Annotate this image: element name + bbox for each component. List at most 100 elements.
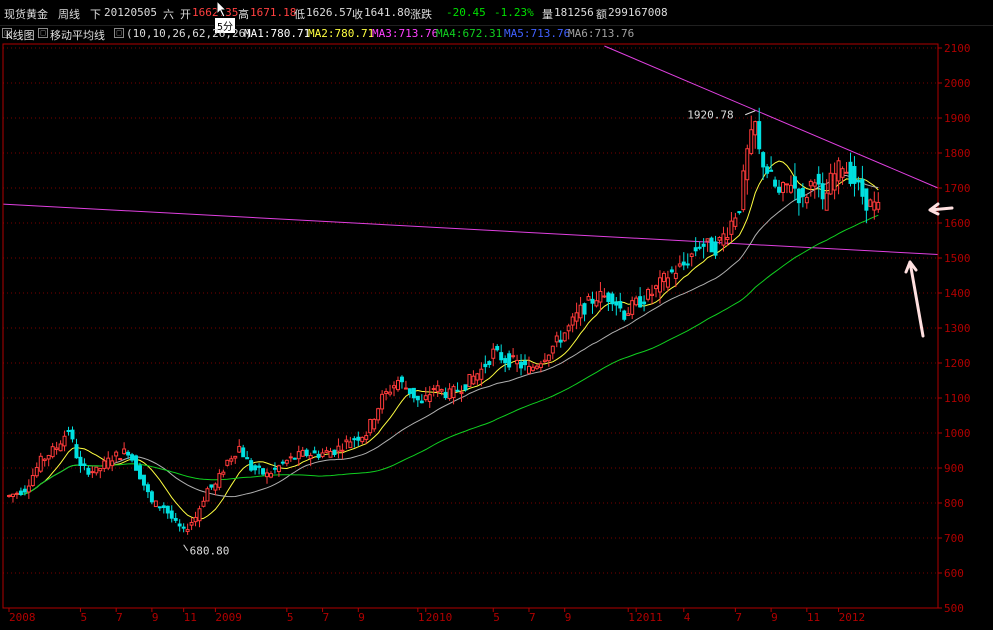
candle-body xyxy=(102,460,107,469)
candle-body xyxy=(614,301,619,306)
quote-header: 现货黄金 周线 下 20120505 六 开 1662.35 高 1671.18… xyxy=(0,0,993,26)
candle-body xyxy=(360,436,365,443)
candle-body xyxy=(709,237,714,253)
candle-body xyxy=(487,361,492,366)
change-label: 涨跌 xyxy=(410,8,432,21)
candle-body xyxy=(713,241,718,256)
candle-body xyxy=(562,332,567,342)
candle-body xyxy=(463,384,468,391)
x-tick-label: 11 xyxy=(184,611,197,624)
instrument-name: 现货黄金 xyxy=(4,8,48,21)
candle-body xyxy=(177,523,182,527)
candle-body xyxy=(495,345,500,351)
candle-body xyxy=(336,445,341,452)
candle-body xyxy=(181,526,186,529)
candle-body xyxy=(483,363,488,368)
candle-body xyxy=(245,457,250,460)
candle-body xyxy=(423,395,428,401)
candle-body xyxy=(312,450,317,454)
candle-body xyxy=(14,492,19,495)
candle-body xyxy=(134,455,139,471)
candle-body xyxy=(769,169,774,172)
candle-body xyxy=(526,365,531,374)
candle-body xyxy=(344,439,349,443)
ma-label[interactable]: 移动平均线 xyxy=(50,27,105,43)
candle-body xyxy=(519,361,524,369)
candle-body xyxy=(820,183,825,200)
candle-body xyxy=(808,180,813,187)
candle-body xyxy=(173,517,178,521)
candle-body xyxy=(42,458,47,462)
candle-body xyxy=(673,272,678,279)
candle-body xyxy=(185,529,190,532)
candle-body xyxy=(22,488,27,493)
candle-body xyxy=(606,292,611,302)
candle-layer xyxy=(7,107,881,535)
candle-body xyxy=(777,186,782,193)
candle-body xyxy=(765,166,770,174)
kline-label[interactable]: K线图 xyxy=(6,27,35,43)
candle-body xyxy=(435,385,440,392)
x-tick-label: 1 xyxy=(418,611,425,624)
candle-body xyxy=(876,201,881,210)
candle-body xyxy=(693,247,698,252)
candle-body xyxy=(800,188,805,197)
candle-body xyxy=(114,451,119,457)
candle-body xyxy=(384,391,389,394)
candle-body xyxy=(590,298,595,304)
candle-body xyxy=(550,345,555,354)
ma-params: (10,10,26,62,26,26) xyxy=(126,27,252,40)
candlestick-chart: 500 600 700 800 900 1000 1100 1200 1300 1400 1500 1… xyxy=(2,42,971,624)
candle-body xyxy=(642,301,647,305)
candle-body xyxy=(507,353,512,368)
candle-body xyxy=(316,453,321,458)
candle-body xyxy=(165,505,170,514)
candle-body xyxy=(443,391,448,399)
y-tick-label: 1300 xyxy=(944,322,971,335)
candle-body xyxy=(38,455,43,472)
candle-body xyxy=(161,505,166,509)
candle-body xyxy=(70,429,75,440)
candle-body xyxy=(348,441,353,449)
candle-body xyxy=(753,121,758,136)
weekday-label: 六 xyxy=(163,8,174,21)
candle-body xyxy=(626,313,631,316)
candle-body xyxy=(439,388,444,392)
candle-body xyxy=(403,387,408,390)
y-tick-label: 1700 xyxy=(944,182,971,195)
candle-body xyxy=(749,129,754,154)
candle-body xyxy=(205,488,210,502)
candle-body xyxy=(376,408,381,421)
candle-body xyxy=(844,171,849,174)
candle-body xyxy=(630,300,635,315)
candle-body xyxy=(268,473,273,478)
candle-body xyxy=(499,352,504,361)
candle-body xyxy=(62,435,67,447)
candle-body xyxy=(58,443,63,452)
x-tick-label: 1 xyxy=(628,611,635,624)
candle-body xyxy=(868,199,873,207)
candle-body xyxy=(741,170,746,211)
candle-body xyxy=(840,168,845,178)
candle-body xyxy=(411,387,416,399)
change-value: -20.45 xyxy=(446,6,486,19)
candle-body xyxy=(697,246,702,249)
y-tick-label: 800 xyxy=(944,497,964,510)
candle-body xyxy=(578,304,583,319)
candle-body xyxy=(98,468,103,472)
candle-body xyxy=(701,243,706,247)
x-tick-label: 7 xyxy=(323,611,330,624)
candle-body xyxy=(320,452,325,458)
y-tick-label: 2100 xyxy=(944,42,971,55)
x-tick-label: 5 xyxy=(80,611,87,624)
candle-body xyxy=(221,471,226,475)
candle-body xyxy=(292,457,297,460)
change-percent: -1.23% xyxy=(494,6,534,19)
candle-body xyxy=(677,263,682,267)
candle-body xyxy=(594,300,599,307)
axis-layer: 500 600 700 800 900 1000 1100 1200 1300 1400 1500 1… xyxy=(2,42,971,624)
x-tick-label: 9 xyxy=(565,611,572,624)
candle-body xyxy=(78,456,83,466)
candle-body xyxy=(372,418,377,430)
candle-body xyxy=(415,395,420,401)
